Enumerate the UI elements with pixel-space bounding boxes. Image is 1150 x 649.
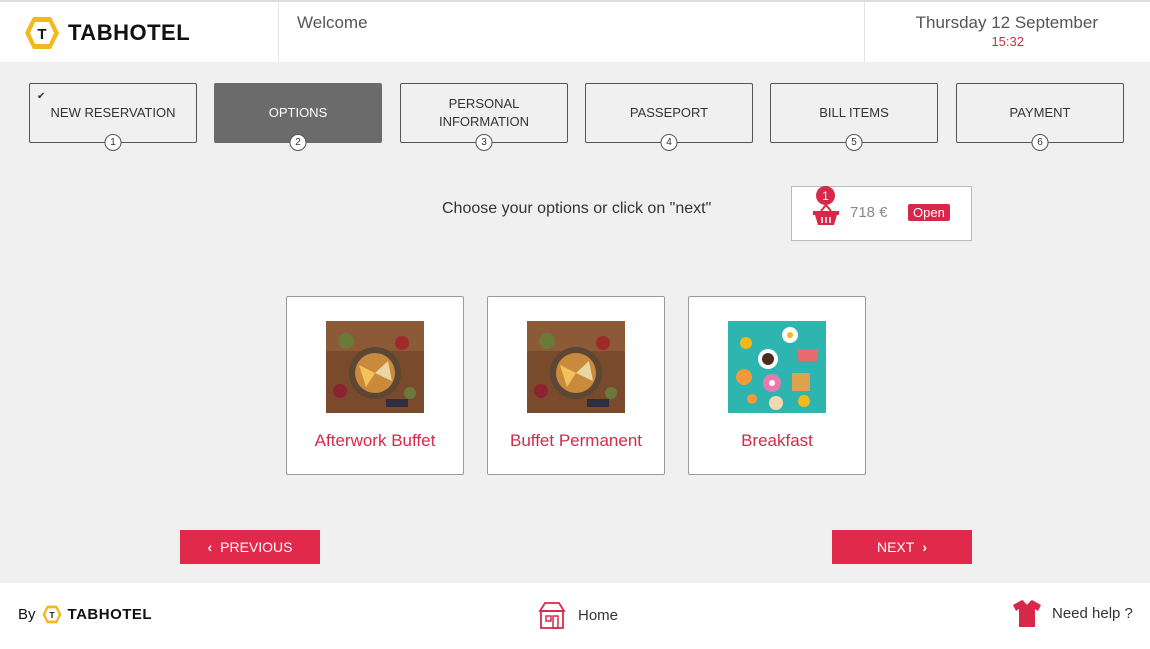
step-label: PASSEPORT: [629, 105, 709, 120]
step-number: 1: [104, 134, 122, 151]
basket-amount: 718 €: [850, 204, 888, 221]
hexagon-logo-icon: T: [42, 605, 61, 624]
step-new-reservation[interactable]: ✔ NEW RESERVATION 1: [29, 83, 197, 151]
home-icon: [538, 602, 566, 629]
help-shirt-icon: [1013, 600, 1041, 627]
footer-brand-name: TABHOTEL: [67, 606, 153, 623]
header: T TABHOTEL Welcome Thursday 12 September…: [0, 0, 1150, 62]
svg-text:T: T: [37, 26, 46, 43]
options-prompt: Choose your options or click on "next": [442, 200, 712, 217]
basket-open-button[interactable]: Open: [908, 204, 950, 221]
home-label: Home: [578, 606, 619, 624]
step-label: OPTIONS: [268, 105, 328, 120]
breakfast-image: [728, 321, 826, 413]
home-link[interactable]: Home: [537, 600, 618, 630]
next-button[interactable]: NEXT ›: [832, 530, 972, 564]
svg-text:T: T: [49, 610, 54, 620]
hexagon-logo-icon: T: [25, 17, 59, 49]
step-number: 6: [1031, 134, 1049, 151]
checkmark-icon: ✔: [37, 91, 46, 102]
option-card-afterwork-buffet[interactable]: Afterwork Buffet: [286, 296, 464, 475]
help-link[interactable]: Need help ?: [1012, 598, 1133, 628]
step-label: PERSONAL INFORMATION: [438, 96, 530, 129]
step-label: PAYMENT: [1009, 105, 1071, 120]
option-label: Buffet Permanent: [510, 431, 642, 450]
step-number: 4: [660, 134, 678, 151]
help-label: Need help ?: [1052, 604, 1133, 622]
footer: By T TABHOTEL Home Need help ?: [0, 583, 1150, 649]
step-options[interactable]: OPTIONS 2: [214, 83, 382, 151]
step-bill-items[interactable]: BILL ITEMS 5: [770, 83, 938, 151]
current-time: 15:32: [991, 34, 1024, 49]
next-label: NEXT: [876, 539, 915, 555]
brand-name: TABHOTEL: [68, 20, 191, 45]
step-personal-information[interactable]: PERSONAL INFORMATION 3: [400, 83, 568, 151]
chevron-right-icon: ›: [922, 539, 927, 555]
welcome-cell: Welcome: [278, 2, 865, 62]
previous-label: PREVIOUS: [220, 539, 293, 555]
step-label: BILL ITEMS: [819, 105, 889, 120]
option-card-buffet-permanent[interactable]: Buffet Permanent: [487, 296, 665, 475]
step-payment[interactable]: PAYMENT 6: [956, 83, 1124, 151]
option-card-breakfast[interactable]: Breakfast: [688, 296, 866, 475]
basket-icon: [813, 204, 839, 225]
step-number: 3: [475, 134, 493, 151]
basket-summary[interactable]: 1 718 € Open: [791, 186, 972, 241]
step-label: NEW RESERVATION: [50, 105, 176, 120]
chevron-left-icon: ‹: [207, 539, 213, 555]
welcome-text: Welcome: [297, 13, 368, 32]
brand-logo: T TABHOTEL: [24, 16, 190, 50]
option-label: Breakfast: [741, 431, 813, 450]
by-text: By: [18, 606, 36, 623]
option-label: Afterwork Buffet: [314, 431, 436, 450]
step-number: 5: [845, 134, 863, 151]
basket-count-badge: 1: [816, 186, 835, 205]
step-number: 2: [289, 134, 307, 151]
step-passeport[interactable]: PASSEPORT 4: [585, 83, 753, 151]
current-date: Thursday 12 September: [915, 13, 1098, 32]
buffet-image: [527, 321, 625, 413]
previous-button[interactable]: ‹ PREVIOUS: [180, 530, 320, 564]
powered-by: By T TABHOTEL: [18, 605, 152, 624]
buffet-image: [326, 321, 424, 413]
